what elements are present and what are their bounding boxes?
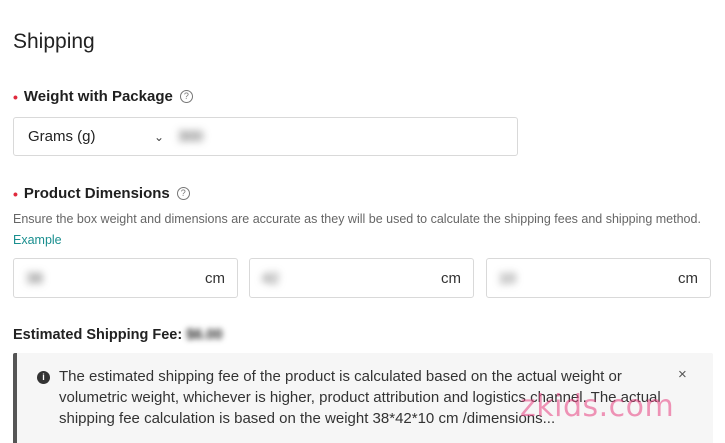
weight-field: Grams (g) ⌄ 300 (13, 117, 518, 156)
section-title: Shipping (13, 30, 95, 53)
unit-select[interactable]: Grams (g) ⌄ (14, 128, 164, 145)
close-icon[interactable]: × (678, 366, 687, 383)
weight-input[interactable]: 300 (178, 128, 203, 145)
required-marker: • (13, 88, 18, 105)
length-value: 38 (26, 269, 43, 287)
dimensions-label: Product Dimensions (23, 185, 170, 202)
dimensions-label-row: • Product Dimensions ? (13, 185, 190, 202)
height-input[interactable]: 10 cm (486, 258, 711, 298)
length-input[interactable]: 38 cm (13, 258, 238, 298)
watermark: zkids.com (520, 389, 675, 424)
example-link[interactable]: Example (13, 233, 62, 247)
dimensions-hint-text: Ensure the box weight and dimensions are… (13, 212, 701, 226)
required-marker: • (13, 185, 18, 202)
height-value: 10 (499, 269, 516, 287)
width-unit: cm (441, 269, 461, 287)
weight-label-row: • Weight with Package ? (13, 88, 193, 105)
info-icon: i (37, 371, 50, 384)
help-icon[interactable]: ? (176, 187, 190, 200)
dimensions-hint: Ensure the box weight and dimensions are… (13, 209, 718, 251)
weight-label: Weight with Package (23, 88, 173, 105)
height-unit: cm (678, 269, 698, 287)
unit-select-value: Grams (g) (28, 128, 96, 145)
help-icon[interactable]: ? (179, 90, 193, 103)
fee-amount: $6.00 (186, 327, 223, 343)
fee-label: Estimated Shipping Fee: (13, 327, 183, 343)
length-unit: cm (205, 269, 225, 287)
estimated-fee: Estimated Shipping Fee: $6.00 (13, 327, 223, 343)
width-value: 42 (262, 269, 279, 287)
chevron-down-icon: ⌄ (153, 129, 164, 144)
width-input[interactable]: 42 cm (249, 258, 474, 298)
